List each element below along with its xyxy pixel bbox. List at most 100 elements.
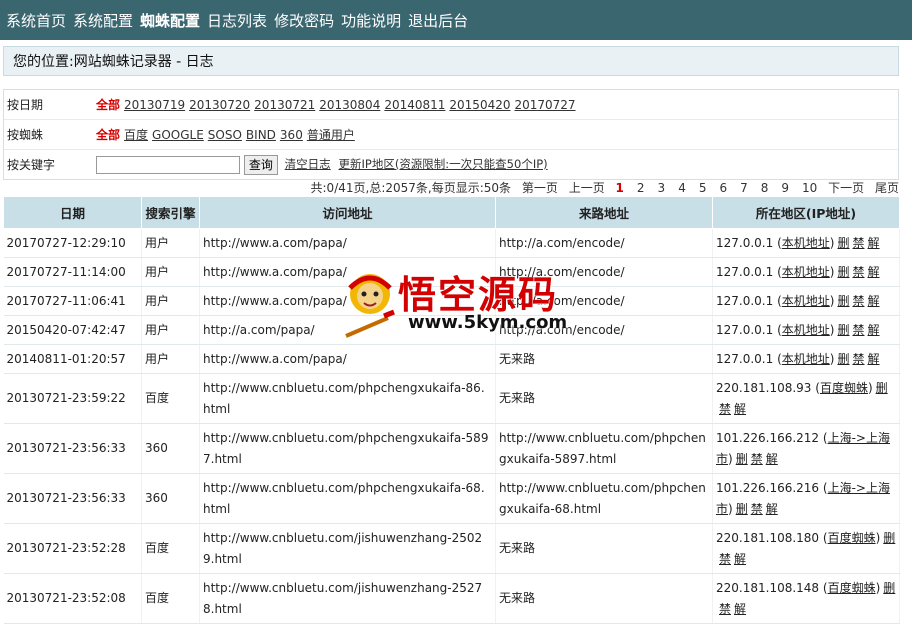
- cell-engine: 用户: [141, 228, 200, 258]
- clear-log-link[interactable]: 清空日志: [285, 157, 331, 171]
- ban-action[interactable]: 禁: [751, 452, 763, 466]
- spider-option[interactable]: SOSO: [208, 128, 242, 142]
- region-link[interactable]: 本机地址: [782, 265, 830, 279]
- ban-action[interactable]: 禁: [852, 323, 864, 337]
- pager-summary: 共:0/41页,总:2057条,每页显示:50条: [310, 181, 512, 195]
- region-link[interactable]: 本机地址: [782, 352, 830, 366]
- date-filter-options: 全部 20130719 20130720 20130721 20130804 201408…: [96, 96, 580, 113]
- cell-region: 220.181.108.180 (百度蜘蛛) 删禁解: [712, 523, 900, 574]
- date-filter-label: 按日期: [7, 98, 44, 112]
- table-row: 20130721-23:56:33 360 http://www.cnbluetu.…: [3, 473, 900, 524]
- date-option[interactable]: 20130804: [319, 98, 380, 112]
- date-option[interactable]: 20150420: [449, 98, 510, 112]
- page-number[interactable]: 1: [616, 181, 624, 195]
- cell-engine: 百度: [141, 523, 200, 574]
- delete-action[interactable]: 删: [883, 581, 895, 595]
- page-number[interactable]: 7: [740, 181, 748, 195]
- col-engine: 搜索引擎: [141, 196, 200, 229]
- delete-action[interactable]: 删: [883, 531, 895, 545]
- page-number[interactable]: 10: [802, 181, 817, 195]
- page-number[interactable]: 3: [658, 181, 666, 195]
- ban-action[interactable]: 禁: [852, 352, 864, 366]
- delete-action[interactable]: 删: [736, 452, 748, 466]
- region-link[interactable]: 本机地址: [782, 236, 830, 250]
- unban-action[interactable]: 解: [734, 402, 746, 416]
- spider-option[interactable]: 360: [280, 128, 303, 142]
- region-link[interactable]: 百度蜘蛛: [828, 531, 876, 545]
- ip-address: 127.0.0.1: [716, 293, 774, 308]
- ip-address: 220.181.108.148: [716, 580, 820, 595]
- page-number[interactable]: 6: [719, 181, 727, 195]
- pager-first[interactable]: 第一页: [522, 181, 558, 195]
- unban-action[interactable]: 解: [868, 352, 880, 366]
- nav-log-list[interactable]: 日志列表: [207, 10, 267, 31]
- cell-url: http://www.a.com/papa/: [199, 228, 496, 258]
- nav-home[interactable]: 系统首页: [6, 10, 66, 31]
- nav-spider-config[interactable]: 蜘蛛配置: [140, 10, 200, 31]
- delete-action[interactable]: 删: [837, 265, 849, 279]
- page-number[interactable]: 2: [637, 181, 645, 195]
- spider-option[interactable]: 百度: [124, 128, 148, 142]
- date-option[interactable]: 20130721: [254, 98, 315, 112]
- ban-action[interactable]: 禁: [852, 294, 864, 308]
- date-option[interactable]: 20140811: [384, 98, 445, 112]
- cell-region: 127.0.0.1 (本机地址) 删禁解: [712, 344, 900, 374]
- pager-prev[interactable]: 上一页: [569, 181, 605, 195]
- date-option[interactable]: 20130719: [124, 98, 185, 112]
- keyword-input[interactable]: [96, 155, 240, 174]
- page-number[interactable]: 8: [761, 181, 769, 195]
- pager-last[interactable]: 尾页: [875, 181, 899, 195]
- unban-action[interactable]: 解: [766, 502, 778, 516]
- region-link[interactable]: 本机地址: [782, 323, 830, 337]
- ban-action[interactable]: 禁: [719, 602, 731, 616]
- update-ip-link[interactable]: 更新IP地区(资源限制:一次只能查50个IP): [339, 157, 548, 171]
- nav-system-config[interactable]: 系统配置: [73, 10, 133, 31]
- date-option[interactable]: 20130720: [189, 98, 250, 112]
- page-number[interactable]: 9: [781, 181, 789, 195]
- region-link[interactable]: 百度蜘蛛: [820, 381, 868, 395]
- nav-change-password[interactable]: 修改密码: [274, 10, 334, 31]
- spider-filter-row: 按蜘蛛 全部 百度 GOOGLE SOSO BIND 360 普通用户: [4, 120, 898, 150]
- spider-option[interactable]: BIND: [246, 128, 276, 142]
- ban-action[interactable]: 禁: [751, 502, 763, 516]
- cell-region: 220.181.108.148 (百度蜘蛛) 删禁解: [712, 573, 900, 624]
- region-link[interactable]: 本机地址: [782, 294, 830, 308]
- ban-action[interactable]: 禁: [852, 236, 864, 250]
- delete-action[interactable]: 删: [837, 352, 849, 366]
- page-number[interactable]: 5: [699, 181, 707, 195]
- ban-action[interactable]: 禁: [719, 552, 731, 566]
- cell-date: 20130721-23:52:08: [3, 573, 142, 624]
- spider-option[interactable]: 全部: [96, 128, 120, 142]
- spider-option[interactable]: 普通用户: [307, 128, 355, 142]
- unban-action[interactable]: 解: [868, 236, 880, 250]
- table-row: 20130721-23:52:08 百度 http://www.cnbluetu.c…: [3, 573, 900, 624]
- nav-help[interactable]: 功能说明: [341, 10, 401, 31]
- unban-action[interactable]: 解: [734, 552, 746, 566]
- cell-url: http://www.cnbluetu.com/phpchengxukaifa-…: [199, 423, 496, 474]
- delete-action[interactable]: 删: [837, 236, 849, 250]
- unban-action[interactable]: 解: [734, 602, 746, 616]
- query-button[interactable]: 查询: [243, 154, 278, 175]
- page-number[interactable]: 4: [678, 181, 686, 195]
- ban-action[interactable]: 禁: [719, 402, 731, 416]
- ip-address: 220.181.108.180: [716, 530, 820, 545]
- cell-referrer: http://www.cnbluetu.com/phpchengxukaifa-…: [495, 473, 713, 524]
- ban-action[interactable]: 禁: [852, 265, 864, 279]
- cell-date: 20170727-12:29:10: [3, 228, 142, 258]
- delete-action[interactable]: 删: [837, 294, 849, 308]
- delete-action[interactable]: 删: [736, 502, 748, 516]
- cell-referrer: 无来路: [495, 344, 713, 374]
- unban-action[interactable]: 解: [868, 265, 880, 279]
- region-link[interactable]: 百度蜘蛛: [828, 581, 876, 595]
- date-option[interactable]: 20170727: [514, 98, 575, 112]
- unban-action[interactable]: 解: [766, 452, 778, 466]
- delete-action[interactable]: 删: [837, 323, 849, 337]
- nav-logout[interactable]: 退出后台: [408, 10, 468, 31]
- pager-next[interactable]: 下一页: [828, 181, 864, 195]
- unban-action[interactable]: 解: [868, 323, 880, 337]
- delete-action[interactable]: 删: [876, 381, 888, 395]
- cell-region: 220.181.108.93 (百度蜘蛛) 删禁解: [712, 373, 900, 424]
- unban-action[interactable]: 解: [868, 294, 880, 308]
- date-option[interactable]: 全部: [96, 98, 120, 112]
- spider-option[interactable]: GOOGLE: [152, 128, 204, 142]
